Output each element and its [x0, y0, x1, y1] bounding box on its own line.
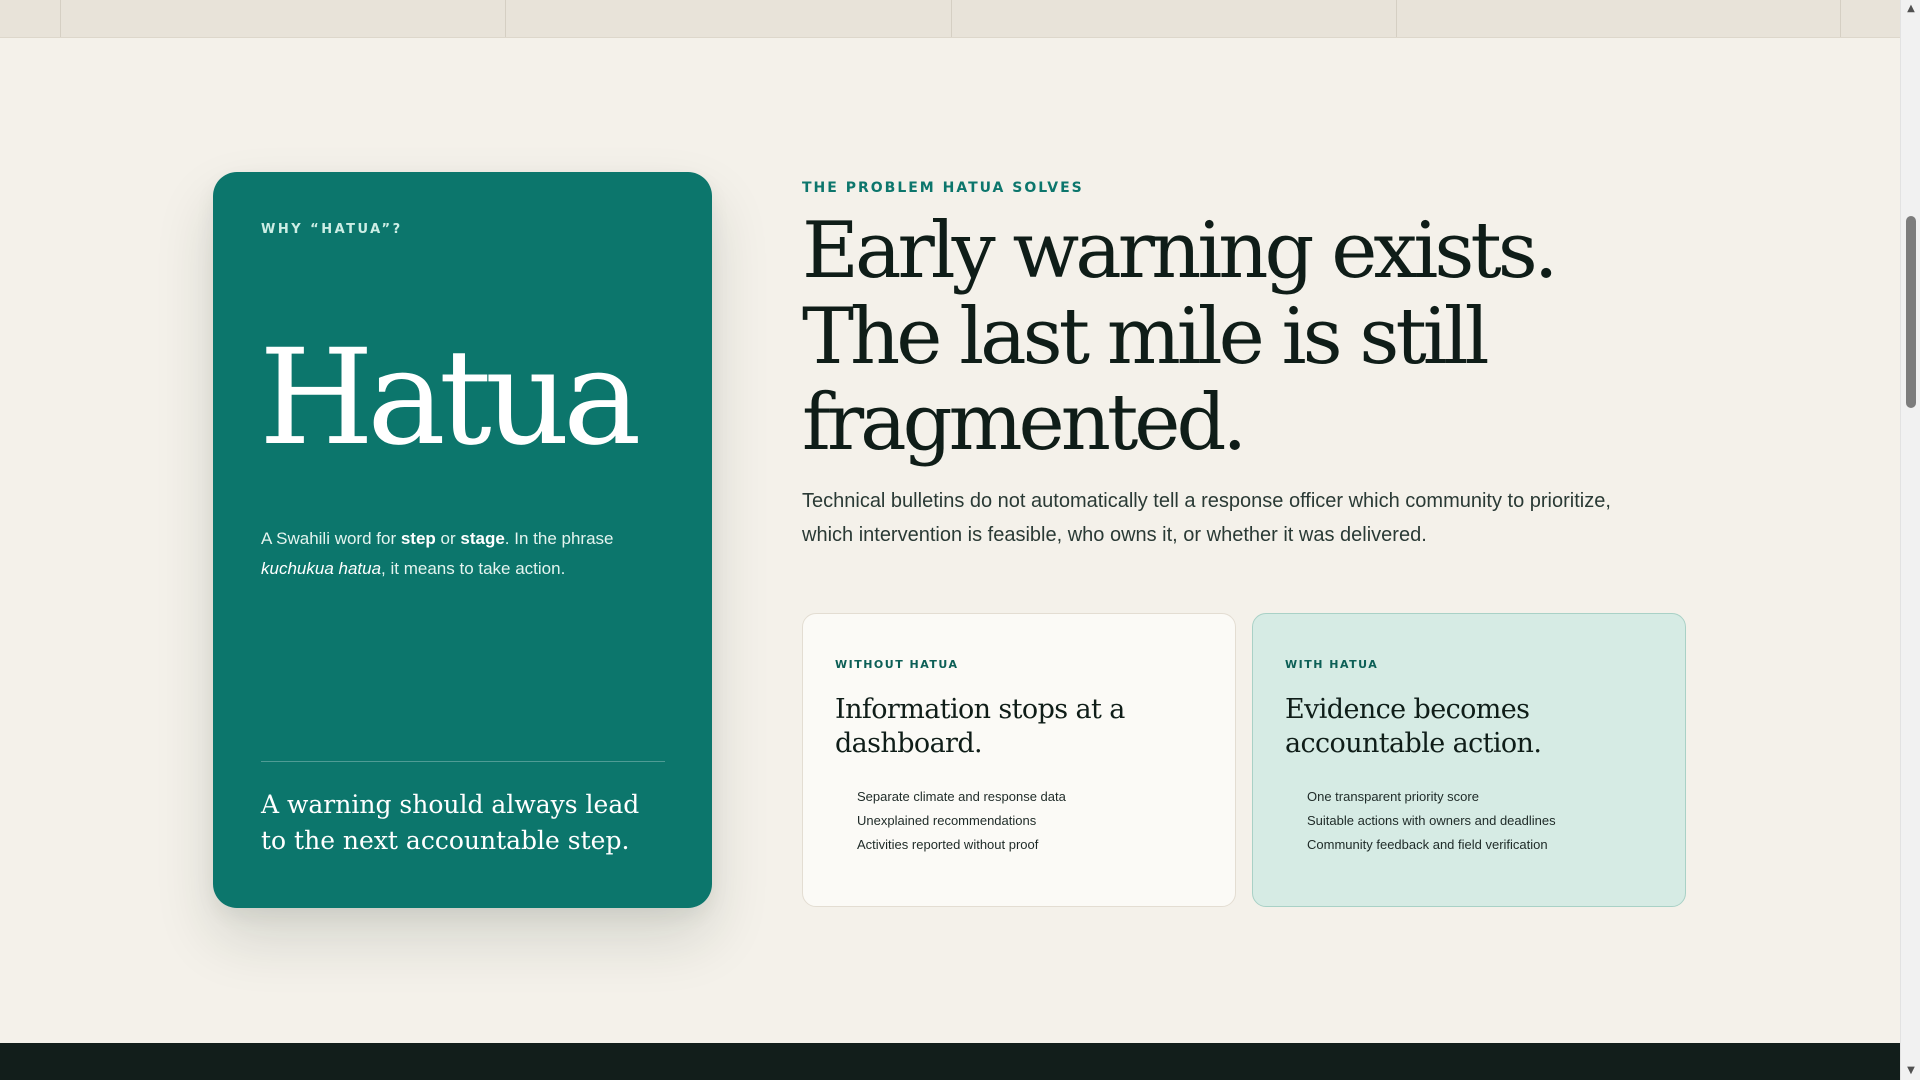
with-hatua-card: WITH HATUA Evidence becomes accountable … [1252, 613, 1686, 907]
without-hatua-card: WITHOUT HATUA Information stops at a das… [802, 613, 1236, 907]
list-item: Suitable actions with owners and deadlin… [1307, 813, 1556, 828]
definition-term-stage: stage [460, 529, 505, 548]
problem-headline: Early warning exists. The last mile is s… [802, 208, 1702, 466]
scrollbar-thumb[interactable] [1906, 216, 1916, 408]
why-card-quote: A warning should always lead to the next… [261, 790, 640, 855]
problem-eyebrow: THE PROBLEM HATUA SOLVES [802, 180, 1084, 196]
page-scrollbar[interactable]: ▲ ▼ [1900, 0, 1920, 1080]
definition-connector: or [435, 529, 461, 548]
top-strip [0, 0, 1900, 38]
list-item: Community feedback and field verificatio… [1307, 837, 1548, 852]
top-strip-divider [60, 0, 61, 37]
next-section-band [0, 1043, 1900, 1080]
definition-term-step: step [400, 529, 436, 548]
problem-lede: Technical bulletins do not automatically… [802, 490, 1611, 546]
with-card-list: One transparent priority score Suitable … [1285, 785, 1653, 857]
headline-line: The last mile is still [802, 292, 1490, 382]
headline-line: fragmented. [802, 378, 1247, 468]
why-hatua-card: WHY “HATUA”? Hatua A Swahili word for st… [213, 172, 712, 908]
without-card-eyebrow: WITHOUT HATUA [835, 658, 959, 671]
why-card-divider [261, 761, 665, 762]
list-item: Activities reported without proof [857, 837, 1039, 852]
definition-suffix: , it means to take action. [381, 559, 566, 578]
list-item: One transparent priority score [1307, 789, 1479, 804]
triangle-up-icon[interactable]: ▲ [1901, 1, 1920, 17]
with-card-eyebrow: WITH HATUA [1285, 658, 1379, 671]
top-strip-divider [505, 0, 506, 37]
why-card-word: Hatua [259, 321, 642, 475]
top-strip-divider [1840, 0, 1841, 37]
top-strip-divider [1396, 0, 1397, 37]
definition-middle: . In the phrase [504, 529, 614, 548]
problem-section: THE PROBLEM HATUA SOLVES Early warning e… [802, 180, 1702, 552]
with-card-title: Evidence becomes accountable action. [1285, 694, 1542, 759]
without-card-title: Information stops at a dashboard. [835, 694, 1125, 759]
why-card-definition: A Swahili word for step or stage. In the… [261, 524, 661, 584]
top-strip-divider [951, 0, 952, 37]
list-item: Unexplained recommendations [857, 813, 1037, 828]
definition-prefix: A Swahili word for [261, 529, 401, 548]
page-viewport: WHY “HATUA”? Hatua A Swahili word for st… [0, 0, 1900, 1080]
definition-phrase: kuchukua hatua [261, 559, 382, 578]
triangle-down-icon[interactable]: ▼ [1901, 1063, 1920, 1079]
headline-line: Early warning exists. [802, 206, 1559, 296]
list-item: Separate climate and response data [857, 789, 1066, 804]
without-card-list: Separate climate and response data Unexp… [835, 785, 1203, 857]
why-card-eyebrow: WHY “HATUA”? [261, 222, 403, 237]
